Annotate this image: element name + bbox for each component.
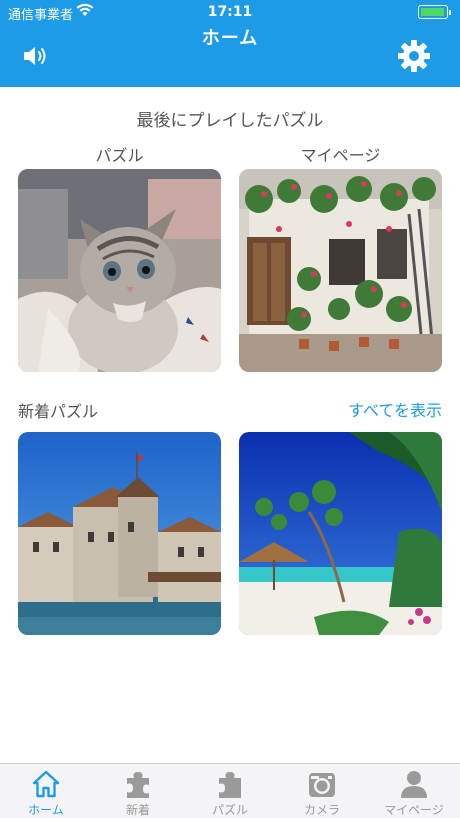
flower-patio-photo [239, 169, 442, 372]
battery-tip [449, 10, 451, 15]
battery-level [421, 8, 444, 16]
last-puzzle-kitten-tile[interactable] [18, 169, 221, 372]
tropical-beach-photo [239, 432, 442, 635]
tab-camera[interactable]: カメラ [276, 764, 368, 818]
battery-icon [418, 5, 451, 19]
last-played-title: 最後にプレイしたパズル [136, 111, 324, 131]
status-time: 17:11 [207, 4, 253, 20]
show-all-link[interactable]: すべてを表示 [348, 397, 442, 421]
speaker-icon[interactable] [22, 44, 50, 68]
new-puzzles-label: 新着パズル [18, 402, 99, 421]
puzzle-column-label: パズル [95, 146, 144, 165]
last-mypage-flower-tile[interactable] [239, 169, 442, 372]
new-puzzle-castle-tile[interactable] [18, 432, 221, 635]
puzzle-piece-icon [127, 772, 149, 798]
tab-bar: ホーム 新着 パズル カメラ マイページ [0, 763, 460, 818]
gear-icon[interactable] [396, 38, 432, 74]
new-puzzle-beach-tile[interactable] [239, 432, 442, 635]
person-icon [401, 771, 427, 798]
tab-puzzle[interactable]: パズル [184, 764, 276, 818]
tab-new[interactable]: 新着 [92, 764, 184, 818]
tab-camera-label: カメラ [303, 803, 340, 817]
mypage-column-label: マイページ [300, 146, 381, 165]
navigation-header: 通信事業者 17:11 ホーム [0, 0, 460, 87]
tab-mypage-label: マイページ [384, 803, 444, 817]
camera-icon [309, 773, 335, 797]
tab-home[interactable]: ホーム [0, 764, 92, 818]
tab-home-label: ホーム [28, 803, 64, 817]
page-title: ホーム [201, 28, 259, 49]
tab-new-label: 新着 [125, 803, 150, 817]
home-icon [32, 770, 60, 798]
puzzle-piece-icon [219, 772, 241, 798]
tab-puzzle-label: パズル [211, 803, 248, 817]
tab-mypage[interactable]: マイページ [368, 764, 460, 818]
kitten-photo [18, 169, 221, 372]
status-bar: 通信事業者 17:11 [0, 0, 460, 24]
lakeside-castle-photo [18, 432, 221, 635]
